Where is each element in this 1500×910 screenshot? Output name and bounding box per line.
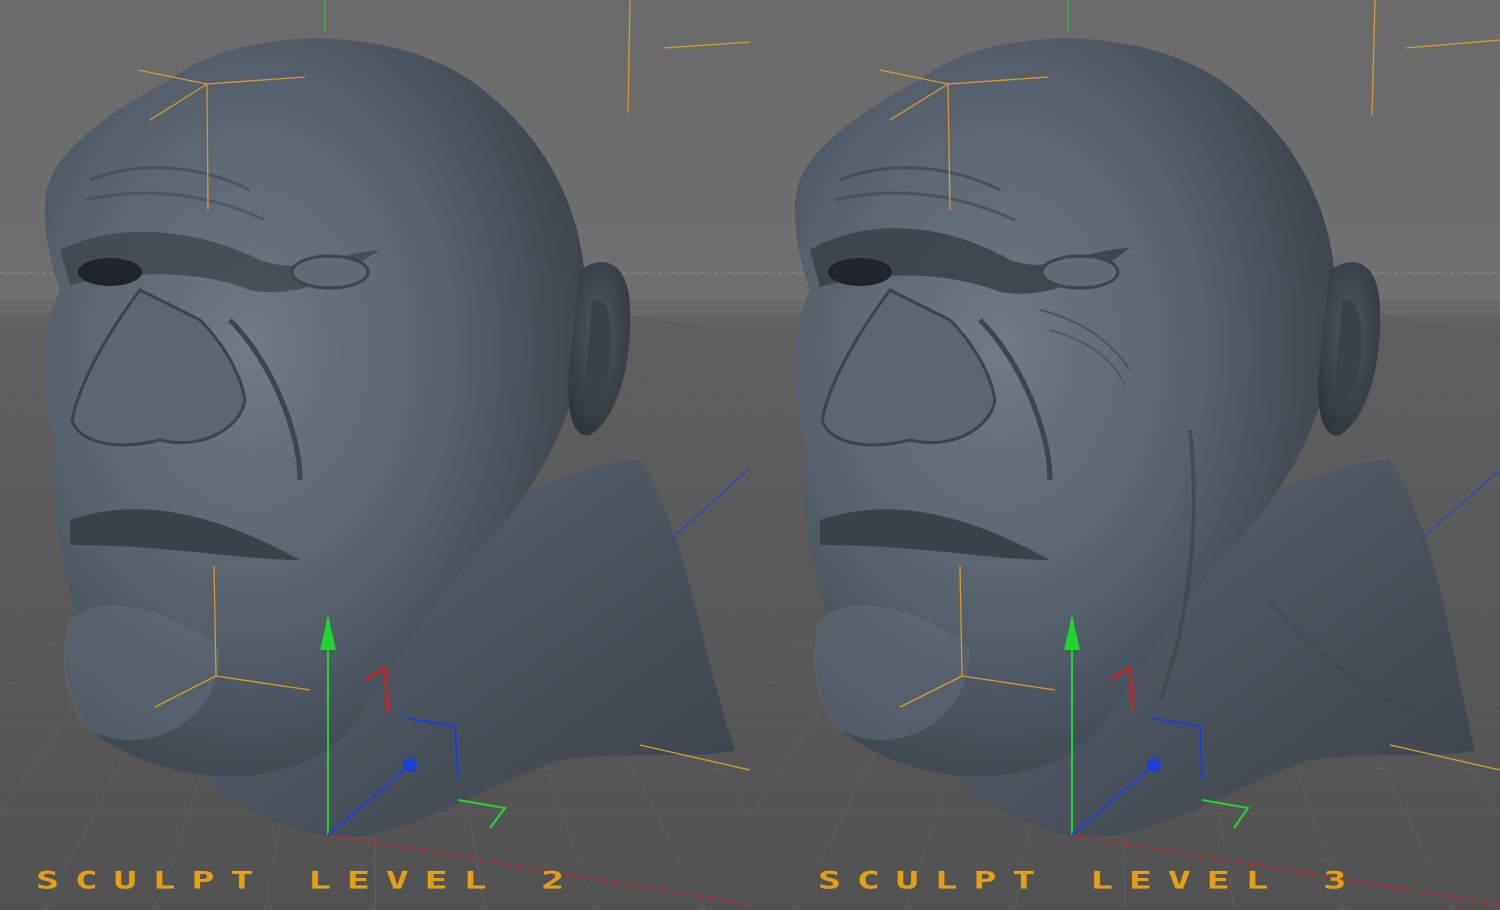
head-model[interactable] [44,38,735,838]
gizmo-z-arrow-icon[interactable] [1147,758,1161,772]
head-model[interactable] [794,38,1475,838]
viewport-title: SCULPT LEVEL 3 [818,866,1363,894]
scene-left [0,0,750,910]
viewport-right[interactable]: SCULPT LEVEL 3 [750,0,1500,910]
eye-left [78,258,142,286]
eye-right [1040,254,1120,290]
viewport-title: SCULPT LEVEL 2 [36,866,581,894]
axis-blue-ref [669,467,750,541]
viewport-left[interactable]: SCULPT LEVEL 2 [0,0,750,910]
scene-right [750,0,1500,910]
gizmo-z-arrow-icon[interactable] [403,758,417,772]
eye-right [290,254,370,290]
eye-left [828,258,892,286]
